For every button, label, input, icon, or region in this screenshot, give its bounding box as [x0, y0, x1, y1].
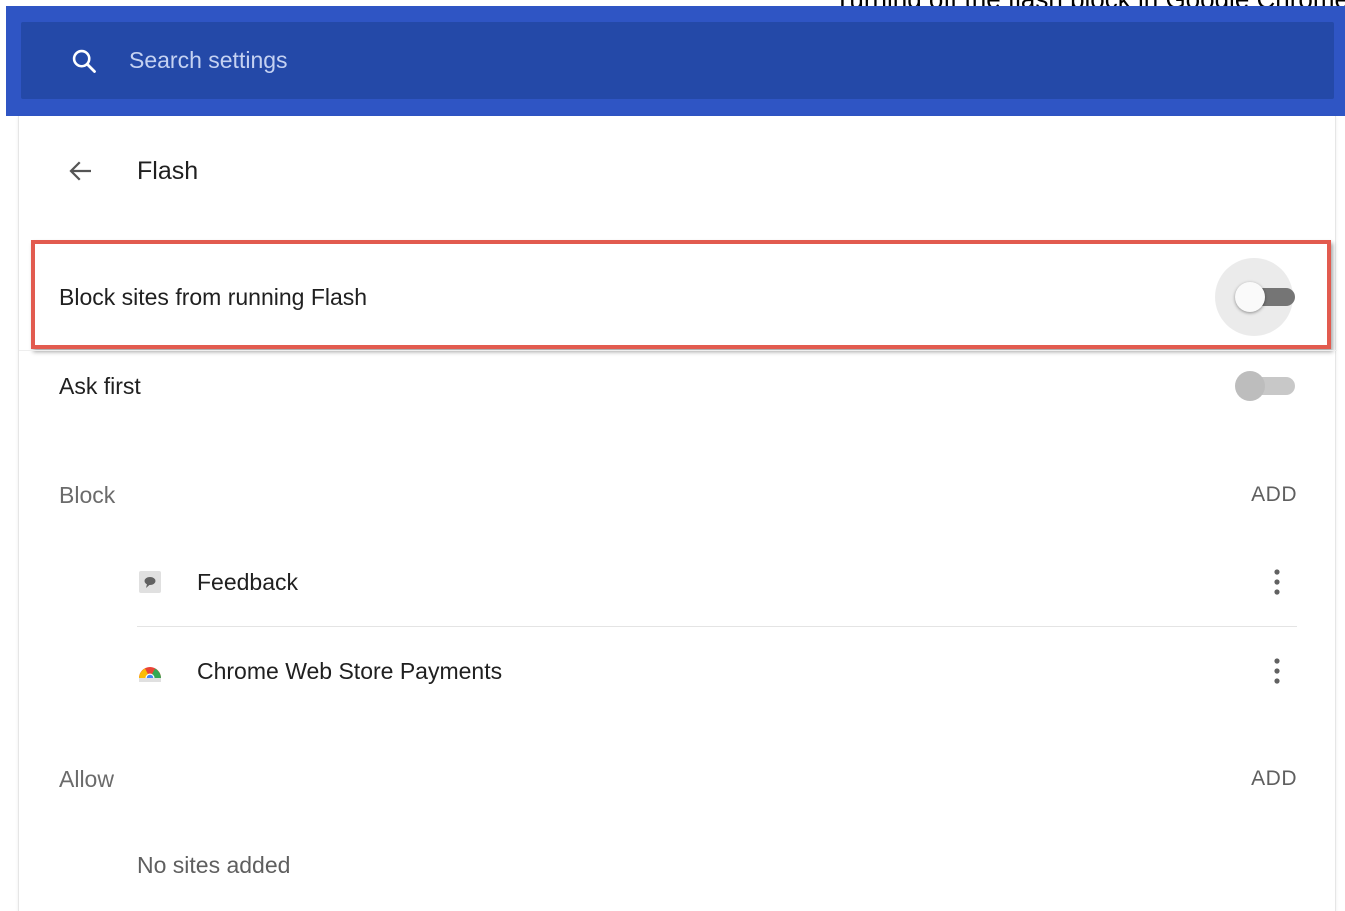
toggle-knob	[1235, 371, 1265, 401]
search-icon	[69, 46, 99, 76]
block-flash-row[interactable]: Block sites from running Flash	[19, 244, 1337, 350]
more-vert-icon[interactable]	[1257, 649, 1297, 693]
feedback-icon	[137, 569, 163, 595]
chrome-web-store-icon	[137, 658, 163, 684]
back-arrow-icon[interactable]	[61, 151, 101, 191]
site-name: Feedback	[197, 568, 299, 595]
list-item[interactable]: Chrome Web Store Payments	[137, 627, 1297, 715]
toggle-knob	[1235, 282, 1265, 312]
list-item[interactable]: Feedback	[137, 538, 1297, 626]
ask-first-label: Ask first	[59, 373, 141, 399]
flash-settings-card: Flash Block sites from running Flash Ask…	[18, 116, 1337, 911]
ask-first-row[interactable]: Ask first	[19, 350, 1337, 422]
search-bar[interactable]	[21, 22, 1334, 99]
ask-first-toggle[interactable]	[1235, 369, 1297, 403]
subpage-header: Flash	[19, 116, 1337, 226]
allow-section-header: Allow ADD	[19, 749, 1337, 809]
block-flash-label: Block sites from running Flash	[59, 283, 368, 310]
block-add-button[interactable]: ADD	[1251, 483, 1297, 507]
page-title: Flash	[137, 156, 199, 185]
block-section-title: Block	[59, 481, 116, 508]
site-name: Chrome Web Store Payments	[197, 657, 503, 684]
block-flash-toggle[interactable]	[1235, 280, 1297, 314]
allow-empty-text: No sites added	[137, 852, 291, 878]
allow-add-button[interactable]: ADD	[1251, 767, 1297, 791]
settings-page: Turning off the flash block in Google Ch…	[0, 0, 1345, 911]
more-vert-icon[interactable]	[1257, 560, 1297, 604]
allow-section-title: Allow	[59, 765, 114, 792]
block-section-header: Block ADD	[19, 465, 1337, 525]
search-input[interactable]	[129, 40, 1029, 81]
